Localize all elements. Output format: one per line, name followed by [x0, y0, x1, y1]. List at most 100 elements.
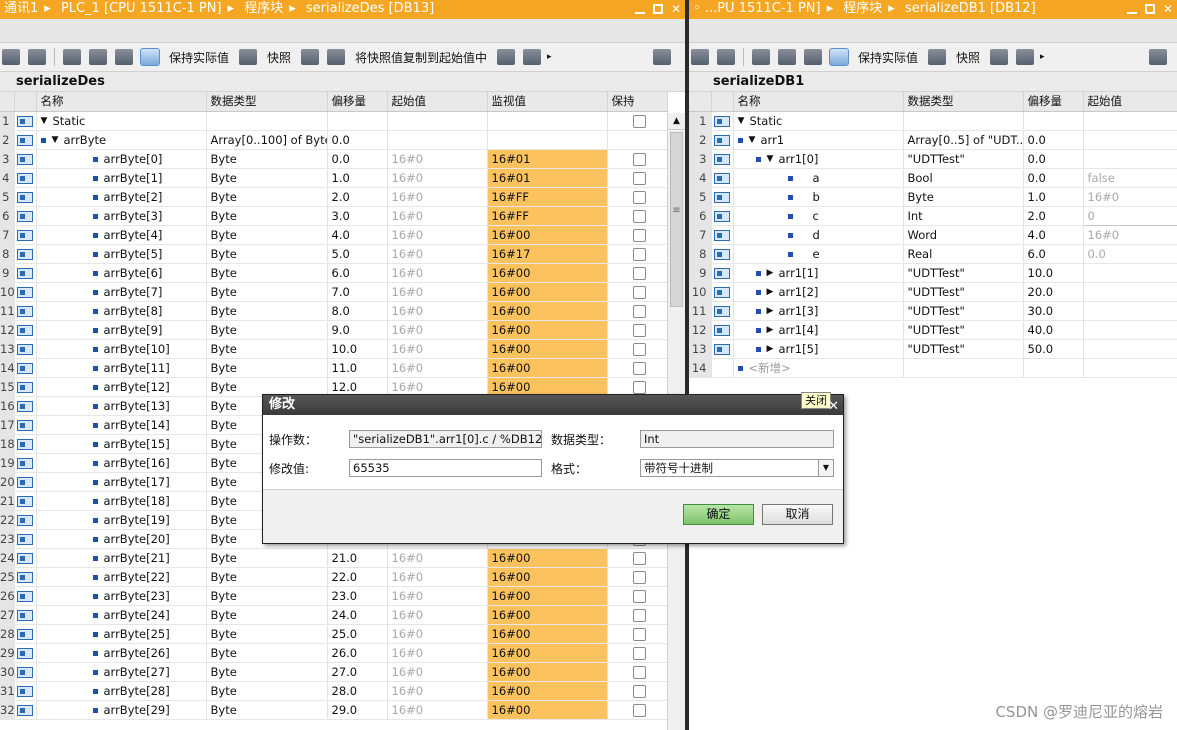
start-value-cell[interactable] [1083, 320, 1177, 340]
table-row[interactable]: 27 arrByte[24] Byte 24.0 16#0 16#00 [0, 605, 668, 625]
datatype-cell[interactable]: Byte [206, 339, 328, 359]
name-cell[interactable]: arrByte[1] [36, 168, 207, 188]
column-header-offset[interactable]: 偏移量 [327, 92, 388, 112]
name-cell[interactable]: arrByte[10] [36, 339, 207, 359]
column-header-datatype[interactable]: 数据类型 [206, 92, 328, 112]
retain-checkbox[interactable] [632, 266, 646, 280]
table-row[interactable]: 7 d Word 4.0 16#0 [689, 225, 1177, 245]
column-header-name[interactable]: 名称 [733, 92, 904, 112]
name-cell[interactable]: arrByte[22] [36, 567, 207, 587]
name-cell[interactable]: b [733, 187, 904, 207]
retain-checkbox[interactable] [632, 190, 646, 204]
start-value-cell[interactable]: 16#0 [1083, 225, 1177, 245]
table-row[interactable]: 5 arrByte[2] Byte 2.0 16#0 16#FF [0, 187, 668, 207]
datatype-cell[interactable]: Byte [206, 301, 328, 321]
chevron-down-icon[interactable]: ▼ [52, 135, 64, 145]
name-cell[interactable]: ▼ Static [36, 111, 207, 131]
start-value-cell[interactable]: 16#0 [387, 320, 488, 340]
datatype-cell[interactable]: "UDTTest" [903, 301, 1024, 321]
name-cell[interactable]: arrByte[19] [36, 510, 207, 530]
table-row[interactable]: 13 ▶ arr1[5] "UDTTest" 50.0 [689, 339, 1177, 359]
modify-icon[interactable] [778, 49, 796, 65]
start-value-cell[interactable] [1083, 339, 1177, 359]
table-row[interactable]: 6 arrByte[3] Byte 3.0 16#0 16#FF [0, 206, 668, 226]
retain-checkbox[interactable] [632, 228, 646, 242]
retain-checkbox[interactable] [632, 323, 646, 337]
start-value-cell[interactable]: 16#0 [387, 548, 488, 568]
breadcrumb-plc[interactable]: PLC_1 [CPU 1511C-1 PN] [61, 1, 222, 16]
datatype-cell[interactable]: "UDTTest" [903, 282, 1024, 302]
name-cell[interactable]: ▼ arrByte [36, 130, 207, 150]
table-row[interactable]: 14 <新增> [689, 358, 1177, 378]
start-value-cell[interactable]: 16#0 [387, 643, 488, 663]
start-value-cell[interactable]: 16#0 [387, 263, 488, 283]
start-value-cell[interactable]: 16#0 [387, 168, 488, 188]
start-value-cell[interactable] [1083, 282, 1177, 302]
retain-checkbox[interactable] [632, 703, 646, 717]
start-value-cell[interactable] [1083, 111, 1177, 131]
start-value-cell[interactable] [387, 130, 488, 150]
table-row[interactable]: 12 ▶ arr1[4] "UDTTest" 40.0 [689, 320, 1177, 340]
name-cell[interactable]: arrByte[28] [36, 681, 207, 701]
datatype-cell[interactable]: Array[0..5] of "UDT... [903, 130, 1024, 150]
retain-checkbox[interactable] [632, 285, 646, 299]
breadcrumb-program-blocks[interactable]: 程序块 [843, 1, 882, 16]
insert-row-icon[interactable] [691, 49, 709, 65]
modify-value-input[interactable]: 65535 [349, 459, 542, 477]
name-cell[interactable]: ▼ arr1 [733, 130, 904, 150]
retain-checkbox[interactable] [632, 171, 646, 185]
retain-checkbox[interactable] [632, 570, 646, 584]
name-cell[interactable]: arrByte[11] [36, 358, 207, 378]
table-row[interactable]: 2 ▼ arrByte Array[0..100] of Byte 0.0 [0, 130, 668, 150]
datatype-cell[interactable] [903, 111, 1024, 131]
retain-checkbox[interactable] [632, 665, 646, 679]
datatype-cell[interactable]: "UDTTest" [903, 263, 1024, 283]
keep-actual-icon[interactable] [928, 49, 947, 65]
properties-icon[interactable] [653, 49, 671, 65]
keep-actual-icon[interactable] [239, 49, 258, 65]
column-header-name[interactable]: 名称 [36, 92, 207, 112]
datatype-cell[interactable] [206, 111, 328, 131]
datatype-cell[interactable]: Byte [206, 358, 328, 378]
table-row[interactable]: 12 arrByte[9] Byte 9.0 16#0 16#00 [0, 320, 668, 340]
retain-checkbox[interactable] [632, 114, 646, 128]
name-cell[interactable]: arrByte[7] [36, 282, 207, 302]
table-row[interactable]: 8 e Real 6.0 0.0 [689, 244, 1177, 264]
name-cell[interactable]: arrByte[26] [36, 643, 207, 663]
retain-checkbox[interactable] [632, 209, 646, 223]
start-value-cell[interactable]: 16#0 [387, 662, 488, 682]
load-start-icon[interactable] [523, 49, 542, 65]
retain-checkbox[interactable] [632, 152, 646, 166]
cancel-button[interactable]: 取消 [762, 504, 833, 525]
datatype-cell[interactable]: Byte [206, 263, 328, 283]
table-row[interactable]: 10 ▶ arr1[2] "UDTTest" 20.0 [689, 282, 1177, 302]
retain-checkbox[interactable] [632, 361, 646, 375]
table-row[interactable]: 1 ▼ Static [689, 111, 1177, 131]
column-header-start[interactable]: 起始值 [1083, 92, 1177, 112]
datatype-cell[interactable]: Real [903, 244, 1024, 264]
name-cell[interactable]: arrByte[23] [36, 586, 207, 606]
name-cell[interactable]: e [733, 244, 904, 264]
chevron-right-icon[interactable]: ▶ [767, 325, 779, 335]
column-header-monitor[interactable]: 监视值 [487, 92, 608, 112]
table-row[interactable]: 30 arrByte[27] Byte 27.0 16#0 16#00 [0, 662, 668, 682]
name-cell[interactable]: arrByte[3] [36, 206, 207, 226]
retain-checkbox[interactable] [632, 342, 646, 356]
start-value-cell[interactable]: 16#0 [387, 282, 488, 302]
close-icon[interactable]: ✕ [1163, 3, 1173, 15]
start-value-cell[interactable]: 16#0 [387, 301, 488, 321]
start-value-cell[interactable] [1083, 358, 1177, 378]
start-value-cell[interactable]: 16#0 [387, 244, 488, 264]
datatype-cell[interactable]: Byte [206, 168, 328, 188]
start-value-cell[interactable]: 16#0 [387, 358, 488, 378]
retain-checkbox[interactable] [632, 684, 646, 698]
table-row[interactable]: 5 b Byte 1.0 16#0 [689, 187, 1177, 207]
toolbar-overflow-icon[interactable]: ▸ [1040, 52, 1045, 62]
ok-button[interactable]: 确定 [683, 504, 754, 525]
name-cell[interactable]: ▶ arr1[2] [733, 282, 904, 302]
datatype-cell[interactable]: Byte [206, 244, 328, 264]
expand-all-icon[interactable] [804, 49, 822, 65]
snapshot-button[interactable]: 快照 [952, 49, 984, 66]
name-cell[interactable]: <新增> [733, 358, 904, 378]
table-row[interactable]: 28 arrByte[25] Byte 25.0 16#0 16#00 [0, 624, 668, 644]
